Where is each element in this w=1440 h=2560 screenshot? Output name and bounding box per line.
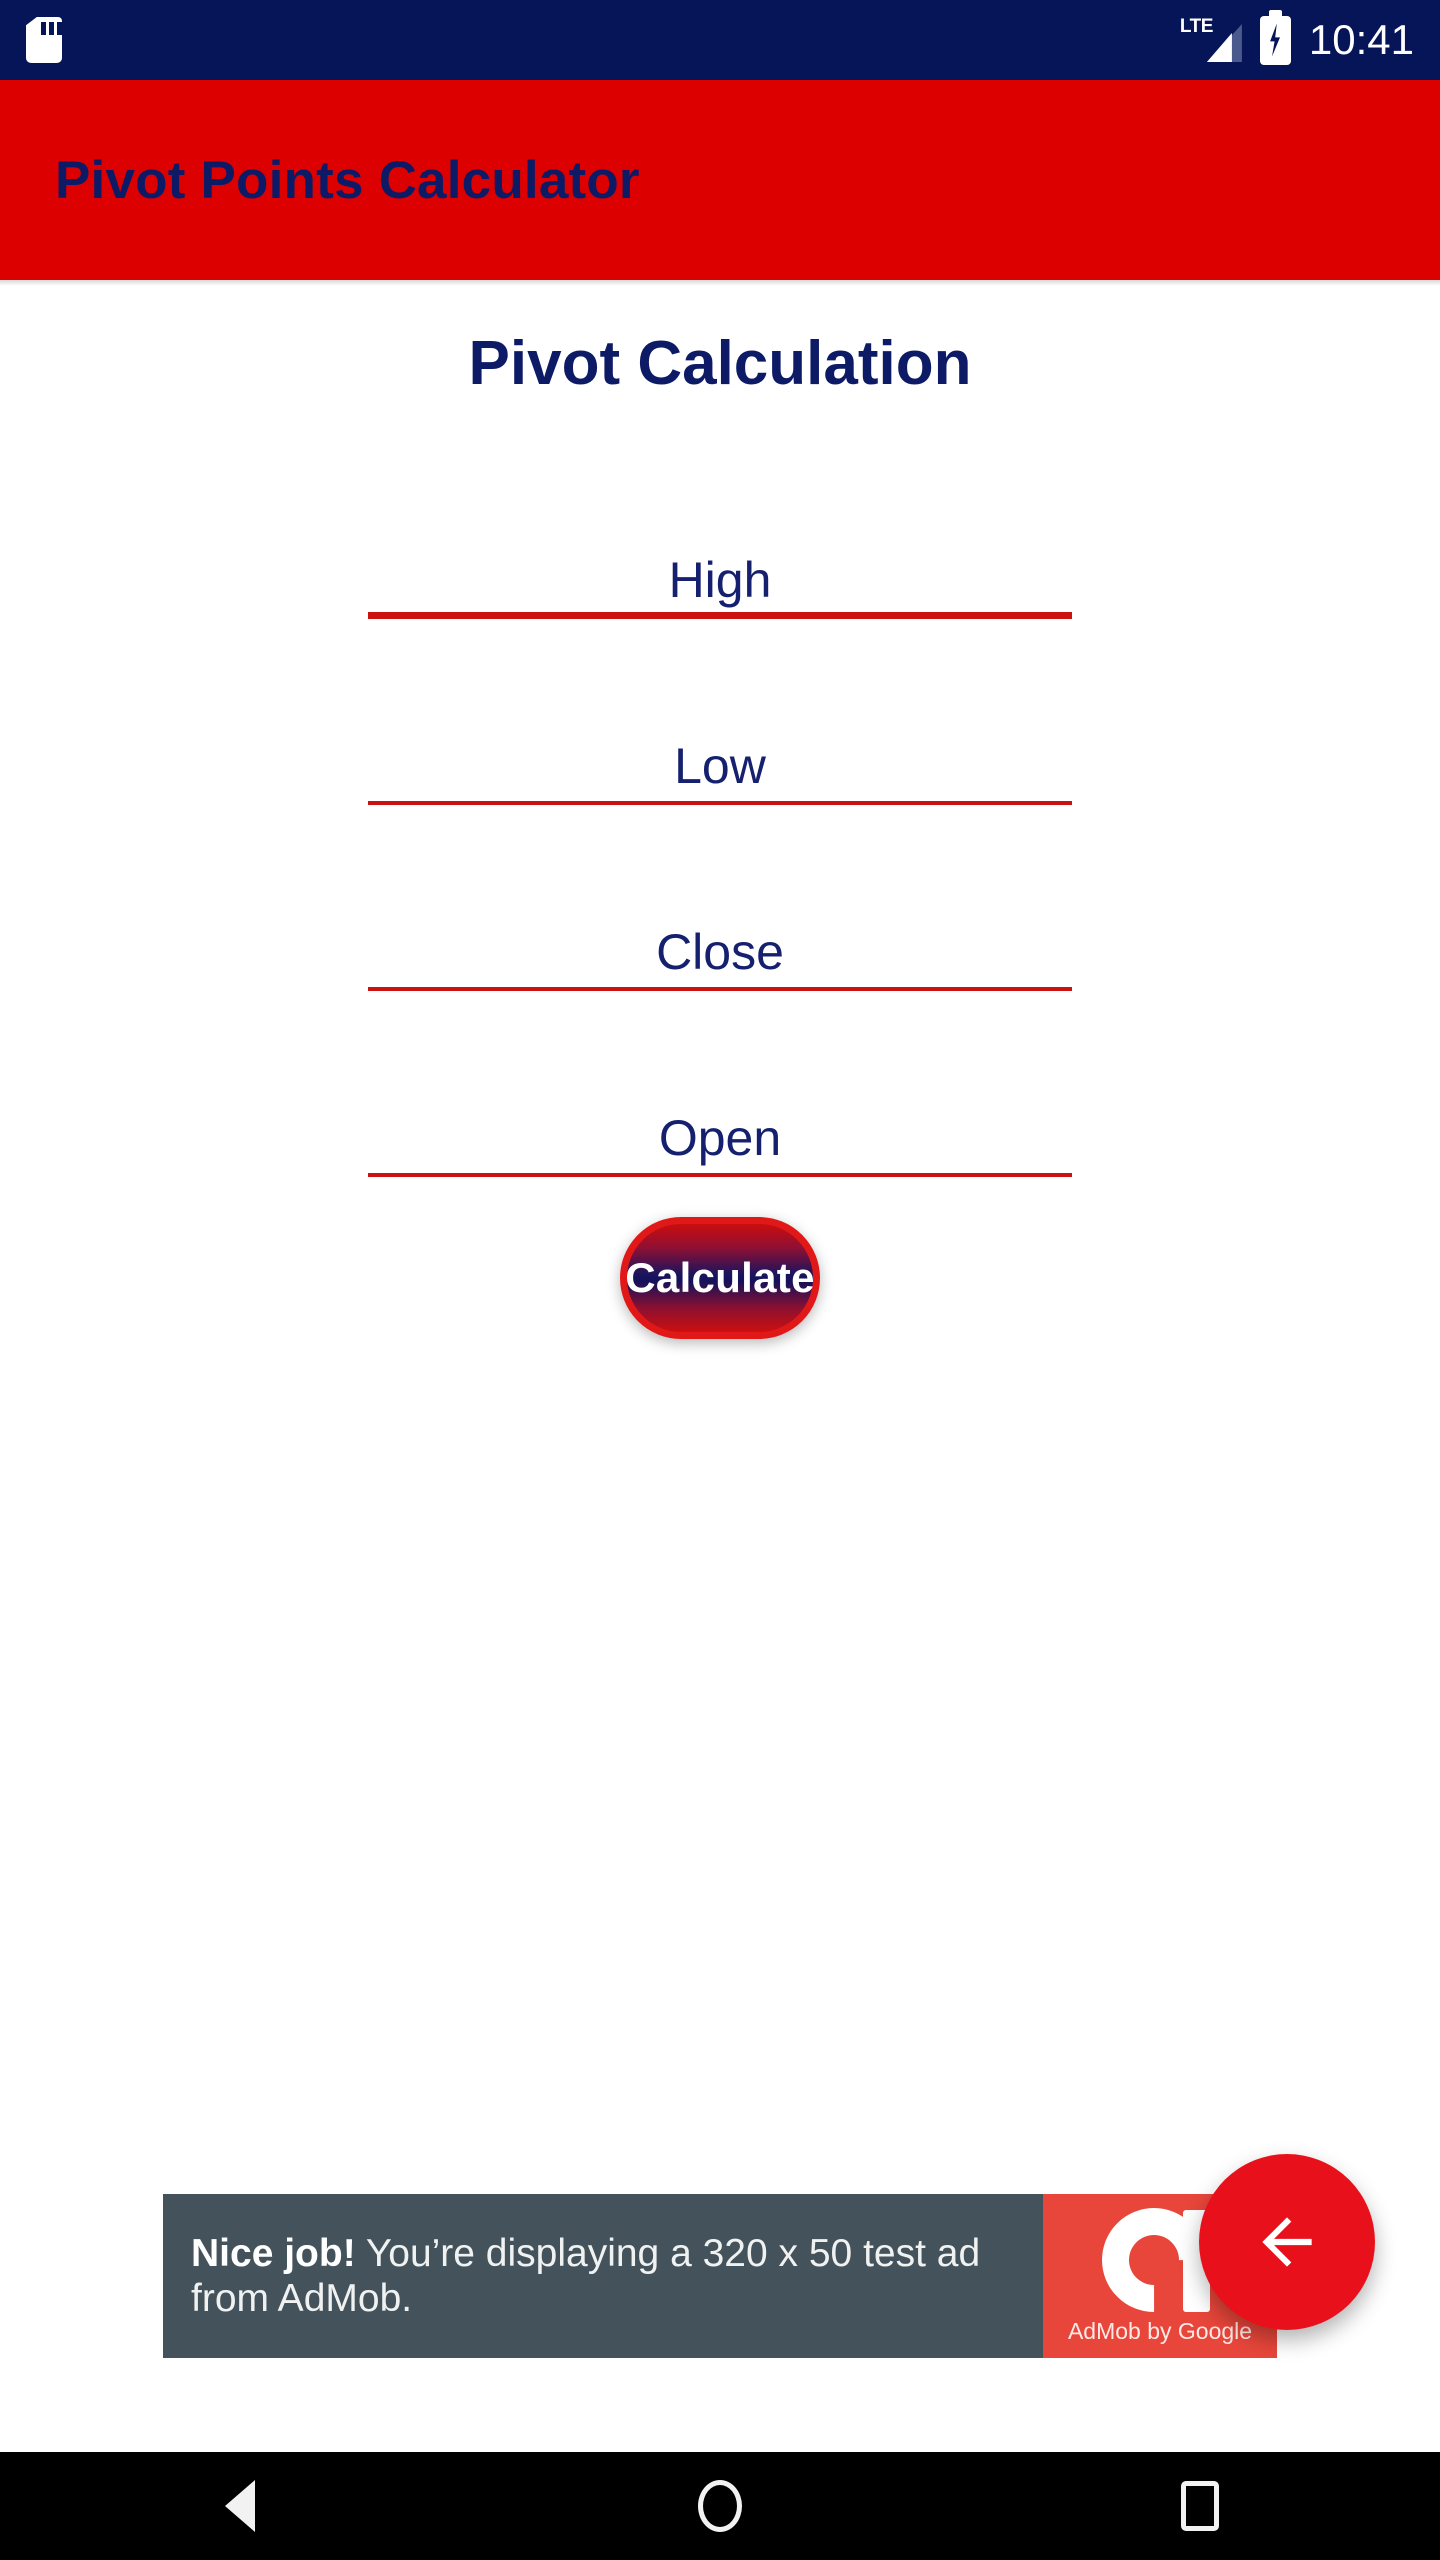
pivot-input-form: [0, 451, 1440, 1195]
low-input[interactable]: [368, 737, 1072, 795]
app-screen: LTE 10:41 Pivot Points Calculator Pivot …: [0, 0, 1440, 2560]
ad-headline: Nice job!: [191, 2231, 356, 2275]
sd-card-icon: [26, 17, 62, 63]
nav-recents-button[interactable]: [960, 2481, 1440, 2531]
open-input-underline: [368, 1173, 1072, 1177]
field-open[interactable]: [368, 1009, 1072, 1195]
admob-banner-ad[interactable]: Nice job! You’re displaying a 320 x 50 t…: [163, 2194, 1277, 2358]
calculate-button[interactable]: Calculate: [620, 1217, 820, 1339]
ad-text-pane[interactable]: Nice job! You’re displaying a 320 x 50 t…: [163, 2194, 1043, 2358]
high-input-underline: [368, 612, 1072, 619]
calculate-button-row: Calculate: [0, 1217, 1440, 1339]
page-title: Pivot Calculation: [468, 329, 972, 398]
low-input-underline: [368, 801, 1072, 805]
recents-square-icon: [1181, 2481, 1219, 2531]
back-triangle-icon: [225, 2480, 255, 2532]
close-input[interactable]: [368, 923, 1072, 981]
signal-bars-icon: LTE: [1180, 15, 1242, 65]
arrow-left-icon: [1262, 2217, 1312, 2267]
home-circle-icon: [698, 2480, 742, 2532]
status-bar-left: [26, 17, 62, 63]
high-input[interactable]: [368, 551, 1072, 609]
nav-home-button[interactable]: [480, 2480, 960, 2532]
app-title: Pivot Points Calculator: [55, 150, 640, 210]
close-input-underline: [368, 987, 1072, 991]
status-bar-right: LTE 10:41: [1180, 9, 1414, 65]
field-high[interactable]: [368, 451, 1072, 637]
back-fab-button[interactable]: [1199, 2154, 1375, 2330]
field-close[interactable]: [368, 823, 1072, 1009]
ad-copy: Nice job! You’re displaying a 320 x 50 t…: [191, 2231, 1015, 2321]
nav-back-button[interactable]: [0, 2480, 480, 2532]
field-low[interactable]: [368, 637, 1072, 823]
status-bar-clock: 10:41: [1308, 16, 1414, 63]
battery-charging-icon: [1259, 9, 1291, 65]
main-content: Pivot Calculation Calculate: [0, 286, 1440, 1339]
app-bar: Pivot Points Calculator: [0, 80, 1440, 280]
android-navigation-bar: [0, 2452, 1440, 2560]
network-type-label: LTE: [1179, 16, 1213, 37]
status-bar: LTE 10:41: [0, 0, 1440, 80]
open-input[interactable]: [368, 1109, 1072, 1167]
admob-attribution-label: AdMob by Google: [1067, 2318, 1253, 2344]
